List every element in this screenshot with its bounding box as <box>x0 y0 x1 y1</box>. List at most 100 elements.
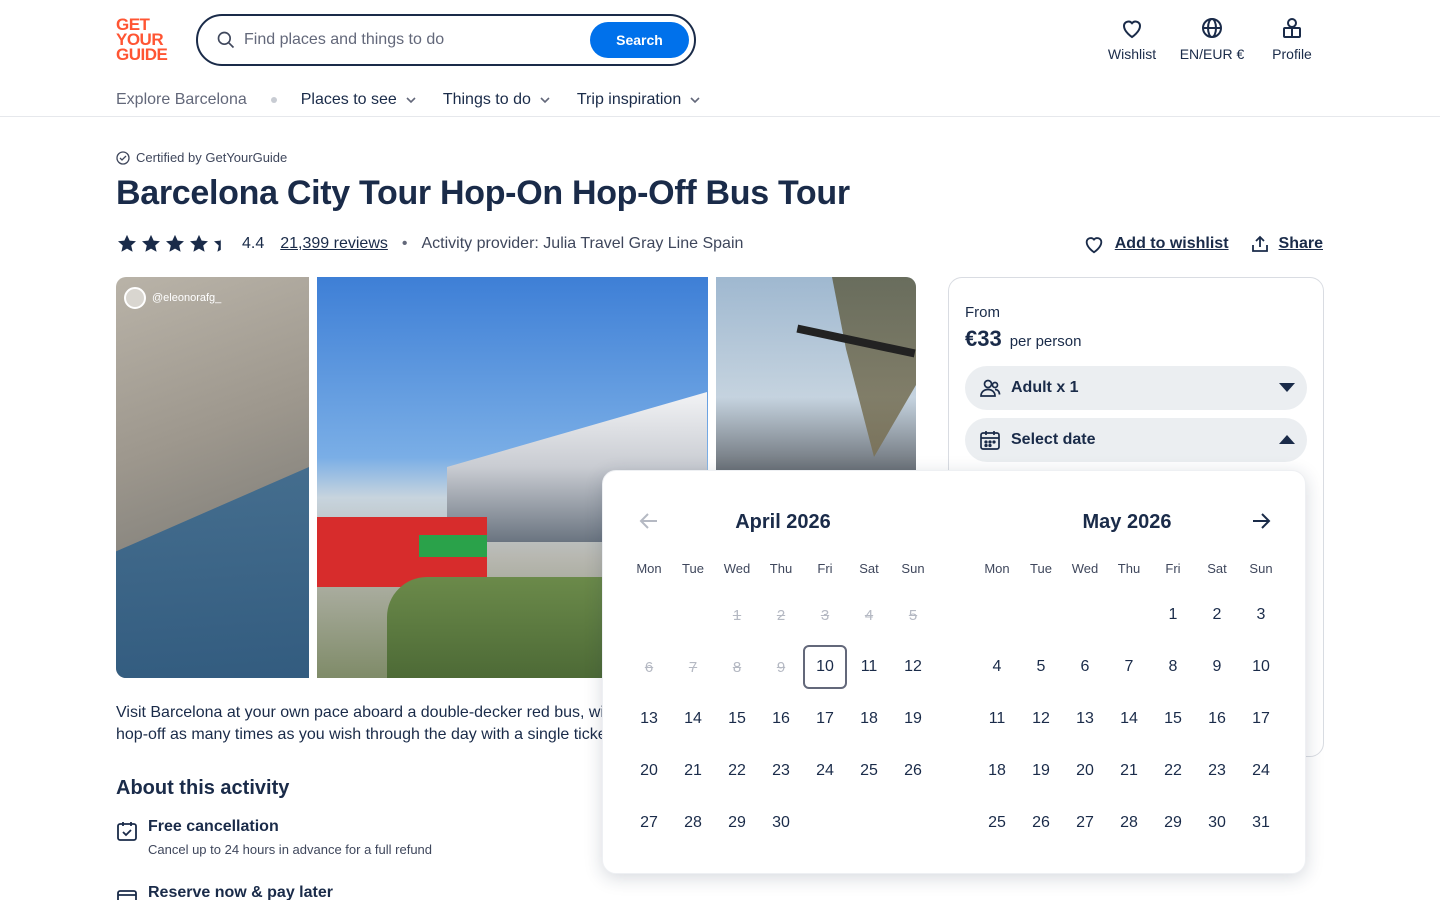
trip-inspiration-label: Trip inspiration <box>576 91 682 108</box>
things-to-do-menu[interactable]: Things to do <box>443 91 551 109</box>
calendar-day[interactable]: 17 <box>1239 697 1283 741</box>
calendar-day[interactable]: 21 <box>1107 749 1151 793</box>
calendar-day[interactable]: 20 <box>627 749 671 793</box>
calendar-day[interactable]: 26 <box>891 749 935 793</box>
calendar-day[interactable]: 27 <box>627 801 671 845</box>
calendar-day[interactable]: 18 <box>847 697 891 741</box>
calendar-day[interactable]: 6 <box>1063 645 1107 689</box>
calendar-day: 1 <box>732 606 742 624</box>
calendar-day[interactable]: 27 <box>1063 801 1107 845</box>
page-title: Barcelona City Tour Hop-On Hop-Off Bus T… <box>116 174 850 212</box>
explore-barcelona-link[interactable]: Explore Barcelona <box>116 91 247 109</box>
calendar-day[interactable]: 1 <box>1151 593 1195 637</box>
things-to-do-label: Things to do <box>442 91 531 108</box>
separator-dot: • <box>401 235 408 252</box>
feature-title: Free cancellation <box>148 818 279 835</box>
calendar-day[interactable]: 13 <box>1063 697 1107 741</box>
nav-dot-separator <box>270 97 277 103</box>
calendar-day[interactable]: 12 <box>891 645 935 689</box>
trip-inspiration-menu[interactable]: Trip inspiration <box>577 91 701 109</box>
author-handle: @eleonorafg_ <box>152 292 222 304</box>
calendar-day[interactable]: 10 <box>803 645 847 689</box>
search-input[interactable]: Find places and things to do <box>244 31 444 49</box>
caret-up-icon <box>1279 435 1295 444</box>
calendar-day[interactable]: 31 <box>1239 801 1283 845</box>
calendar-day[interactable]: 30 <box>1195 801 1239 845</box>
calendar-day[interactable]: 3 <box>1239 593 1283 637</box>
calendar-day[interactable]: 17 <box>803 697 847 741</box>
certified-check-icon <box>116 150 130 165</box>
photo-shadow <box>116 467 309 678</box>
calendar-day[interactable]: 22 <box>1151 749 1195 793</box>
calendar-day[interactable]: 16 <box>759 697 803 741</box>
calendar-check-icon <box>117 822 137 841</box>
calendar-day[interactable]: 29 <box>1151 801 1195 845</box>
calendar-day[interactable]: 19 <box>1019 749 1063 793</box>
calendar-day[interactable]: 4 <box>975 645 1019 689</box>
calendar-day[interactable]: 22 <box>715 749 759 793</box>
calendar-day[interactable]: 26 <box>1019 801 1063 845</box>
weekday-header-may: Mon Tue Wed Thu Fri Sat Sun <box>975 561 1283 576</box>
calendar-day[interactable]: 10 <box>1239 645 1283 689</box>
caret-down-icon <box>1279 383 1295 392</box>
certified-badge: Certified by GetYourGuide <box>116 150 287 165</box>
description-line-1: Visit Barcelona at your own pace aboard … <box>116 704 618 721</box>
calendar-day[interactable]: 19 <box>891 697 935 741</box>
profile-label: Profile <box>1272 46 1312 62</box>
gallery-photo-1[interactable]: @eleonorafg_ <box>116 277 309 678</box>
calendar-day[interactable]: 23 <box>1195 749 1239 793</box>
calendar-day[interactable]: 11 <box>975 697 1019 741</box>
share-button[interactable]: Share <box>1251 235 1323 253</box>
calendar-day[interactable]: 23 <box>759 749 803 793</box>
calendar-day[interactable]: 15 <box>715 697 759 741</box>
day-grid-may: 1 2 3 4 5 6 7 8 9 10 11 12 13 14 15 16 17 18 19 20 21 22 23 24 2… <box>975 593 1283 853</box>
getyourguide-logo[interactable]: GET YOUR GUIDE <box>116 16 174 63</box>
calendar-day[interactable]: 25 <box>975 801 1019 845</box>
calendar-day: 4 <box>864 606 874 624</box>
calendar-day[interactable]: 18 <box>975 749 1019 793</box>
activity-description: Visit Barcelona at your own pace aboard … <box>116 702 676 746</box>
date-picker-popup: April 2026 May 2026 Mon Tue Wed Thu Fri … <box>602 470 1306 874</box>
certified-text: Certified by GetYourGuide <box>136 150 288 165</box>
calendar-day[interactable]: 24 <box>803 749 847 793</box>
calendar-day[interactable]: 11 <box>847 645 891 689</box>
calendar-day[interactable]: 28 <box>671 801 715 845</box>
calendar-day[interactable]: 20 <box>1063 749 1107 793</box>
search-button[interactable]: Search <box>590 22 689 58</box>
calendar-day[interactable]: 2 <box>1195 593 1239 637</box>
wishlist-nav[interactable]: Wishlist <box>1104 16 1160 62</box>
calendar-day[interactable]: 9 <box>1195 645 1239 689</box>
calendar-day[interactable]: 8 <box>1151 645 1195 689</box>
calendar-day[interactable]: 24 <box>1239 749 1283 793</box>
search-bar[interactable]: Find places and things to do Search <box>196 14 696 66</box>
calendar-day[interactable]: 13 <box>627 697 671 741</box>
date-select[interactable]: Select date <box>965 418 1307 462</box>
language-currency-nav[interactable]: EN/EUR € <box>1176 16 1248 62</box>
calendar-day[interactable]: 7 <box>1107 645 1151 689</box>
photo-author: @eleonorafg_ <box>124 287 221 309</box>
reviews-link[interactable]: 21,399 reviews <box>280 235 388 253</box>
calendar-day[interactable]: 21 <box>671 749 715 793</box>
calendar-day[interactable]: 16 <box>1195 697 1239 741</box>
select-date-label: Select date <box>1011 431 1096 448</box>
profile-nav[interactable]: Profile <box>1268 16 1316 62</box>
calendar-day[interactable]: 29 <box>715 801 759 845</box>
calendar-day[interactable]: 14 <box>671 697 715 741</box>
calendar-day[interactable]: 5 <box>1019 645 1063 689</box>
calendar-day[interactable]: 30 <box>759 801 803 845</box>
calendar-day[interactable]: 15 <box>1151 697 1195 741</box>
calendar-day: 3 <box>820 606 830 624</box>
next-month-arrow-icon[interactable] <box>1251 511 1271 531</box>
calendar-day[interactable]: 28 <box>1107 801 1151 845</box>
calendar-day[interactable]: 12 <box>1019 697 1063 741</box>
participants-select[interactable]: Adult x 1 <box>965 366 1307 410</box>
calendar-day: 2 <box>776 606 786 624</box>
places-to-see-label: Places to see <box>300 91 397 108</box>
calendar-icon <box>980 431 1000 450</box>
add-to-wishlist-button[interactable]: Add to wishlist <box>1083 233 1229 255</box>
weekday-label: Tue <box>682 561 704 576</box>
calendar-day[interactable]: 14 <box>1107 697 1151 741</box>
calendar-day[interactable]: 25 <box>847 749 891 793</box>
weekday-label: Sun <box>1249 561 1273 576</box>
places-to-see-menu[interactable]: Places to see <box>301 91 417 109</box>
